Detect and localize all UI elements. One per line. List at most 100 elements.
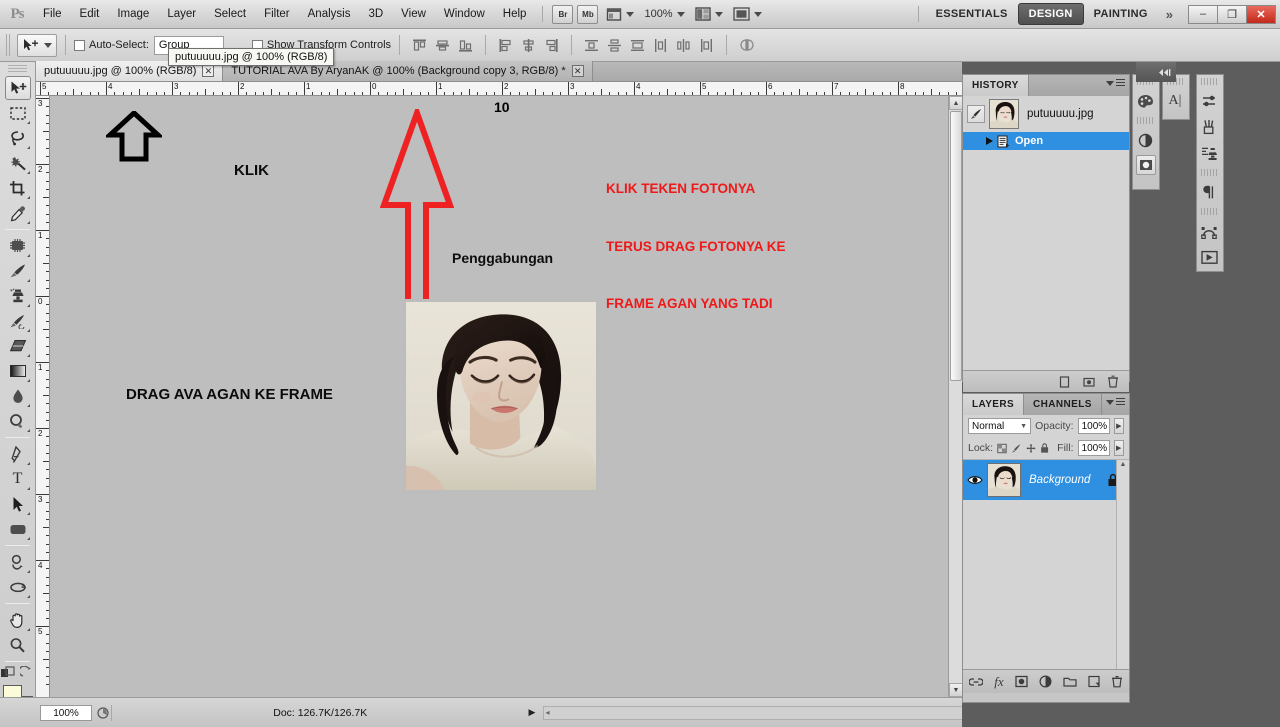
menu-window[interactable]: Window bbox=[435, 0, 494, 29]
menu-filter[interactable]: Filter bbox=[255, 0, 299, 29]
tool-lasso-tool[interactable] bbox=[5, 126, 31, 150]
rail-grip[interactable] bbox=[1201, 208, 1219, 215]
new-adjustment-layer-icon[interactable] bbox=[1039, 675, 1052, 688]
adjustments-icon[interactable] bbox=[1133, 127, 1157, 153]
vertical-ruler[interactable]: 3 2 1 0 1 2 3 4 5 bbox=[36, 96, 50, 697]
close-button[interactable]: ✕ bbox=[1246, 4, 1276, 24]
lock-image-pixels-icon[interactable] bbox=[1011, 442, 1022, 455]
distribute-top-edges-icon[interactable] bbox=[581, 35, 602, 56]
rail-grip[interactable] bbox=[1201, 169, 1219, 176]
tool-dodge-tool[interactable] bbox=[5, 409, 31, 433]
tool-preset-picker[interactable] bbox=[17, 33, 57, 57]
menu-view[interactable]: View bbox=[392, 0, 435, 29]
distribute-vertical-centers-icon[interactable] bbox=[604, 35, 625, 56]
tool-spot-healing-brush-tool[interactable] bbox=[5, 234, 31, 258]
close-icon[interactable]: ✕ bbox=[202, 65, 215, 77]
screen-mode-button[interactable] bbox=[732, 7, 762, 21]
align-right-edges-icon[interactable] bbox=[541, 35, 562, 56]
document-canvas[interactable]: 10 KLIK Penggabungan DRAG AVA AGAN KE FR… bbox=[50, 96, 962, 697]
layers-panel-menu-button[interactable] bbox=[1106, 398, 1125, 406]
tool-history-brush-tool[interactable] bbox=[5, 309, 31, 333]
restore-button[interactable]: ❐ bbox=[1217, 4, 1247, 24]
auto-select-checkbox[interactable] bbox=[74, 39, 85, 51]
paragraph-icon[interactable] bbox=[1197, 179, 1221, 205]
woman-portrait-photo[interactable] bbox=[403, 299, 599, 493]
tool-horizontal-type-tool[interactable]: T bbox=[5, 467, 31, 491]
lock-position-icon[interactable] bbox=[1026, 442, 1036, 455]
rail-grip[interactable] bbox=[1137, 117, 1155, 124]
bridge-icon[interactable]: Br bbox=[552, 4, 574, 24]
canvas-area[interactable]: 10 KLIK Penggabungan DRAG AVA AGAN KE FR… bbox=[50, 96, 962, 697]
tool-hand-tool[interactable] bbox=[5, 608, 31, 632]
more-workspaces-icon[interactable]: » bbox=[1158, 7, 1181, 22]
tool-pen-tool[interactable] bbox=[5, 442, 31, 466]
new-layer-icon[interactable] bbox=[1088, 675, 1100, 688]
tool-move-tool[interactable] bbox=[4, 76, 31, 100]
expand-triangle-icon[interactable] bbox=[985, 136, 994, 146]
tool-zoom-tool[interactable] bbox=[5, 633, 31, 657]
fill-stepper-icon[interactable]: ▶ bbox=[1113, 440, 1124, 456]
menu-3d[interactable]: 3D bbox=[359, 0, 392, 29]
tool-rounded-rectangle-tool[interactable] bbox=[5, 517, 31, 541]
tab-layers[interactable]: LAYERS bbox=[963, 394, 1025, 415]
align-left-edges-icon[interactable] bbox=[495, 35, 516, 56]
eye-icon[interactable] bbox=[967, 474, 983, 486]
add-layer-mask-icon[interactable] bbox=[1015, 675, 1028, 688]
quick-mask-icon[interactable] bbox=[1, 666, 15, 679]
menu-analysis[interactable]: Analysis bbox=[299, 0, 360, 29]
history-list[interactable]: putuuuuu.jpg Open bbox=[963, 96, 1129, 370]
close-icon[interactable]: ✕ bbox=[571, 65, 584, 77]
paths-icon[interactable] bbox=[1197, 218, 1221, 244]
scroll-up-icon[interactable]: ▲ bbox=[949, 96, 963, 110]
distribute-left-edges-icon[interactable] bbox=[650, 35, 671, 56]
align-bottom-edges-icon[interactable] bbox=[455, 35, 476, 56]
layers-scrollbar[interactable]: ▲ bbox=[1116, 460, 1129, 669]
tool-rectangular-marquee-tool[interactable] bbox=[5, 101, 31, 125]
new-snapshot-icon[interactable] bbox=[1083, 376, 1095, 388]
tab-history[interactable]: HISTORY bbox=[963, 75, 1029, 96]
new-document-from-state-icon[interactable] bbox=[1059, 375, 1071, 388]
animation-icon[interactable] bbox=[1197, 244, 1221, 270]
opacity-value[interactable]: 100% bbox=[1077, 418, 1110, 434]
rail-grip[interactable] bbox=[1201, 78, 1219, 85]
tool-3d-orbit-tool[interactable] bbox=[5, 575, 31, 599]
canvas-vertical-scrollbar[interactable]: ▲ ▼ bbox=[948, 96, 963, 697]
view-extras-button[interactable] bbox=[606, 7, 635, 22]
align-vertical-centers-icon[interactable] bbox=[432, 35, 453, 56]
tab-channels[interactable]: CHANNELS bbox=[1024, 394, 1102, 415]
layers-empty-area[interactable]: ▲ bbox=[963, 460, 1129, 669]
horizontal-ruler[interactable]: 5 4 3 2 1 0 1 2 3 4 5 6 7 8 bbox=[36, 82, 962, 96]
scroll-up-icon[interactable]: ▲ bbox=[1118, 461, 1129, 472]
layer-style-fx-icon[interactable]: fx bbox=[994, 674, 1003, 690]
workspace-painting[interactable]: PAINTING bbox=[1084, 4, 1158, 24]
new-group-icon[interactable] bbox=[1063, 676, 1077, 687]
adjustments-panel-icon[interactable] bbox=[1197, 88, 1221, 114]
toolbox-grip[interactable] bbox=[8, 64, 27, 72]
lock-transparent-pixels-icon[interactable] bbox=[997, 442, 1007, 455]
brushes-icon[interactable] bbox=[1197, 114, 1221, 140]
collapse-panels-button[interactable] bbox=[1136, 62, 1176, 82]
menu-select[interactable]: Select bbox=[205, 0, 255, 29]
layer-row-background[interactable]: Background bbox=[963, 460, 1129, 500]
align-horizontal-centers-icon[interactable] bbox=[518, 35, 539, 56]
workspace-design[interactable]: DESIGN bbox=[1017, 3, 1084, 25]
distribute-horizontal-centers-icon[interactable] bbox=[673, 35, 694, 56]
mini-bridge-icon[interactable]: Mb bbox=[577, 4, 599, 24]
scroll-down-icon[interactable]: ▼ bbox=[949, 683, 963, 697]
workspace-essentials[interactable]: ESSENTIALS bbox=[926, 4, 1018, 24]
canvas-horizontal-scrollbar[interactable]: ◂ bbox=[542, 705, 962, 720]
tool-crop-tool[interactable] bbox=[5, 176, 31, 200]
color-palette-icon[interactable] bbox=[1133, 88, 1157, 114]
history-panel-menu-button[interactable] bbox=[1106, 79, 1125, 87]
default-colors-reset-icon[interactable] bbox=[20, 666, 34, 679]
clone-source-icon[interactable] bbox=[1197, 140, 1221, 166]
menu-file[interactable]: File bbox=[34, 0, 71, 29]
tool-eyedropper-tool[interactable] bbox=[5, 201, 31, 225]
tool-3d-rotate-tool[interactable] bbox=[5, 550, 31, 574]
distribute-right-edges-icon[interactable] bbox=[696, 35, 717, 56]
menu-layer[interactable]: Layer bbox=[158, 0, 205, 29]
link-layers-icon[interactable] bbox=[969, 677, 984, 687]
vertical-scroll-thumb[interactable] bbox=[950, 111, 962, 381]
blend-mode-dropdown[interactable]: Normal ▼ bbox=[968, 418, 1032, 434]
menu-image[interactable]: Image bbox=[108, 0, 158, 29]
